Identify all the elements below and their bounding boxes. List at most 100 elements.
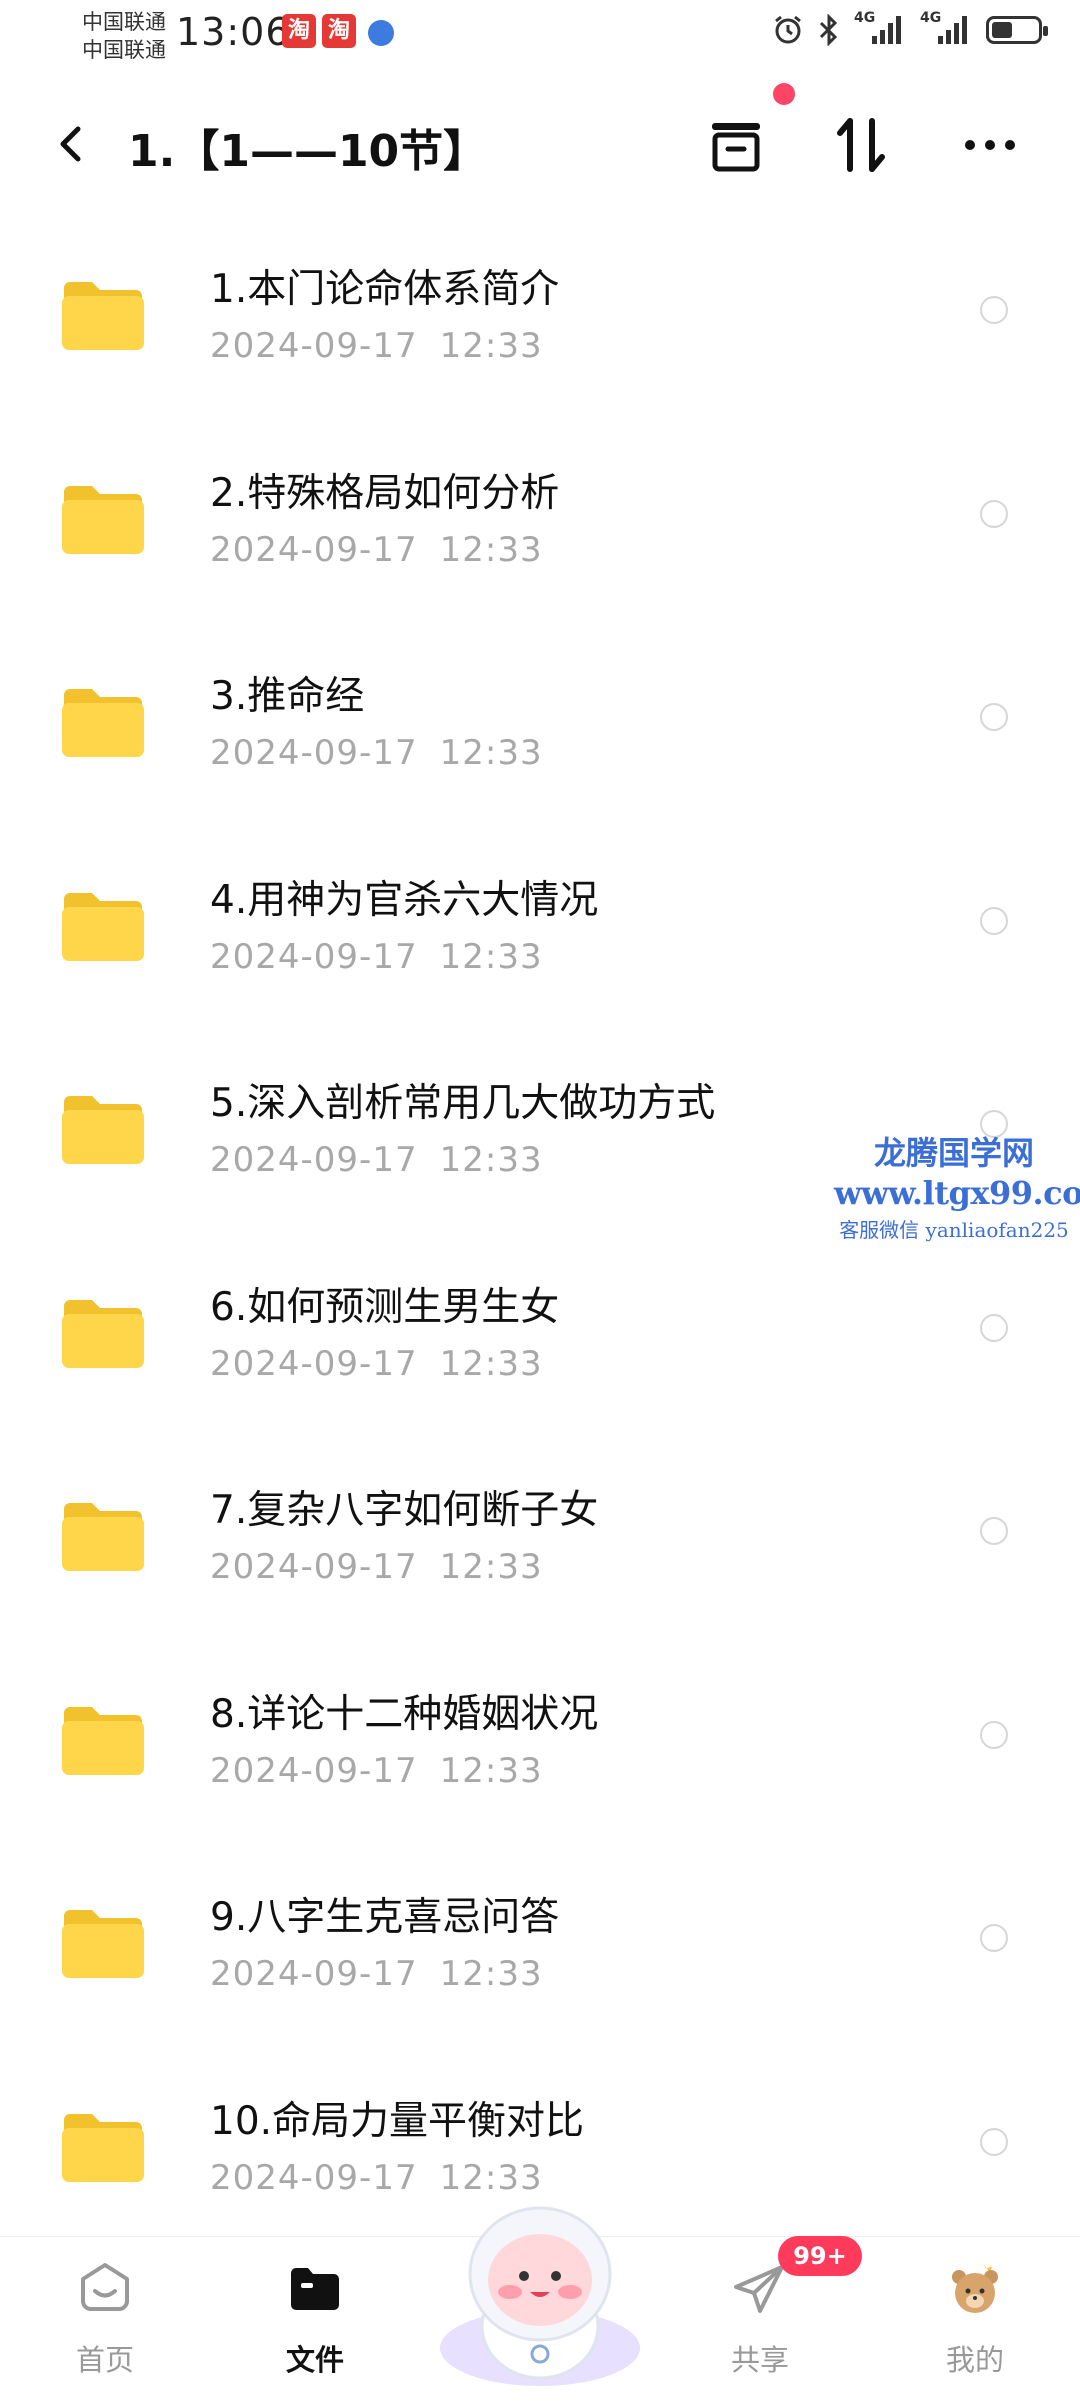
file-date: 2024-09-17 [210,733,418,773]
taobao-app-icon: 淘 [282,14,316,48]
select-radio[interactable] [980,1517,1008,1545]
watermark-line-3: 客服微信 yanliaofan225 [839,1218,1069,1242]
home-icon [81,2263,129,2311]
file-date: 2024-09-17 [210,1343,418,1384]
folder-icon [62,689,144,757]
more-icon[interactable] [958,113,1022,177]
file-name: 8.详论十二种婚姻状况 [210,1691,599,1737]
nav-files[interactable]: 文件 [235,2237,395,2401]
select-radio[interactable] [980,296,1008,324]
folder-icon [62,1096,144,1164]
nav-home-label: 首页 [75,2343,134,2377]
file-modified: 2024-09-17 12:33 [210,1344,543,1384]
folder-icon [62,1503,144,1571]
file-date: 2024-09-17 [210,1750,418,1791]
watermark: 龙腾国学网 www.ltgx99.com 客服微信 yanliaofan225 [834,1128,1080,1243]
alarm-icon [775,15,801,44]
file-modified: 2024-09-17 12:33 [210,1954,543,1994]
nav-home[interactable]: 首页 [25,2237,185,2401]
file-row[interactable]: 7.复杂八字如何断子女 2024-09-17 12:33 [0,1441,1080,1645]
file-row[interactable]: 9.八字生克喜忌问答 2024-09-17 12:33 [0,1848,1080,2052]
file-date: 2024-09-17 [210,2157,418,2198]
file-date: 2024-09-17 [210,529,418,570]
select-radio[interactable] [980,1924,1008,1952]
file-modified: 2024-09-17 12:33 [210,326,543,366]
status-time: 13:06 [176,10,291,54]
back-icon[interactable] [50,121,96,167]
carrier-info: 中国联通 中国联通 [82,8,166,64]
select-radio[interactable] [980,1313,1008,1342]
file-name: 7.复杂八字如何断子女 [210,1488,599,1533]
select-radio[interactable] [980,703,1008,731]
folder-icon [62,1706,144,1775]
network-type-1: 4G [854,10,876,26]
file-modified: 2024-09-17 12:33 [210,1547,543,1587]
file-modified: 2024-09-17 12:33 [210,937,543,977]
file-modified: 2024-09-17 12:33 [210,530,543,570]
nav-share-label: 共享 [730,2343,789,2377]
folder-tab-icon [291,2268,339,2310]
file-time: 12:33 [439,1750,543,1791]
file-modified: 2024-09-17 12:33 [210,1140,543,1180]
select-radio[interactable] [980,499,1008,528]
file-row[interactable]: 8.详论十二种婚姻状况 2024-09-17 12:33 [0,1645,1080,1849]
signal-2: 4G [920,10,972,46]
file-time: 12:33 [439,733,543,773]
folder-icon [62,485,144,554]
carrier-2: 中国联通 [82,38,166,62]
file-name: 9.八字生克喜忌问答 [210,1895,560,1940]
bear-avatar-icon [952,2263,998,2313]
file-name: 3.推命经 [210,674,365,719]
nav-files-label: 文件 [285,2343,344,2377]
mascot-button[interactable] [430,2176,650,2390]
select-radio[interactable] [980,906,1008,935]
file-date: 2024-09-17 [210,1954,418,1994]
file-row[interactable]: 1.本门论命体系简介 2024-09-17 12:33 [0,220,1080,424]
file-time: 12:33 [439,1954,543,1994]
page-title: 1.【1——10节】 [128,126,488,177]
network-type-2: 4G [920,10,942,26]
status-indicators: 4G 4G [772,10,1048,46]
file-time: 12:33 [439,1343,543,1384]
file-row[interactable]: 3.推命经 2024-09-17 12:33 [0,627,1080,831]
file-row[interactable]: 4.用神为官杀六大情况 2024-09-17 12:33 [0,831,1080,1035]
share-badge: 99+ [778,2236,862,2276]
folder-icon [62,282,144,350]
file-row[interactable]: 6.如何预测生男生女 2024-09-17 12:33 [0,1238,1080,1442]
file-time: 12:33 [439,1547,543,1587]
taobao-app-icon-2: 淘 [322,14,356,48]
transfer-list-icon[interactable] [704,113,768,177]
select-radio[interactable] [980,2127,1008,2156]
folder-icon [62,1299,144,1368]
file-date: 2024-09-17 [210,1140,418,1180]
notification-dot [773,83,795,105]
file-date: 2024-09-17 [210,1547,418,1587]
top-bar: 1.【1——10节】 [0,95,1080,195]
file-date: 2024-09-17 [210,326,418,366]
status-bar: 中国联通 中国联通 13:06 淘 淘 4G 4G [0,0,1080,75]
sort-icon[interactable] [830,113,894,177]
file-name: 4.用神为官杀六大情况 [210,877,599,923]
file-modified: 2024-09-17 12:33 [210,1751,543,1791]
file-date: 2024-09-17 [210,936,418,977]
file-name: 1.本门论命体系简介 [210,267,560,312]
folder-icon [62,1910,144,1978]
file-time: 12:33 [439,1140,543,1180]
select-radio[interactable] [980,1720,1008,1749]
file-time: 12:33 [439,936,543,977]
file-name: 5.深入剖析常用几大做功方式 [210,1081,716,1126]
file-row[interactable]: 2.特殊格局如何分析 2024-09-17 12:33 [0,424,1080,628]
battery-icon [986,16,1048,44]
file-modified: 2024-09-17 12:33 [210,733,543,773]
folder-icon [62,2113,144,2182]
signal-1: 4G [854,10,906,46]
file-time: 12:33 [439,326,543,366]
nav-mine-label: 我的 [945,2343,1004,2377]
nav-mine[interactable]: 我的 [895,2237,1055,2401]
file-name: 10.命局力量平衡对比 [210,2098,585,2144]
file-time: 12:33 [439,529,543,570]
file-name: 2.特殊格局如何分析 [210,470,560,516]
carrier-1: 中国联通 [82,10,166,34]
browser-app-icon [368,20,394,46]
folder-icon [62,892,144,961]
